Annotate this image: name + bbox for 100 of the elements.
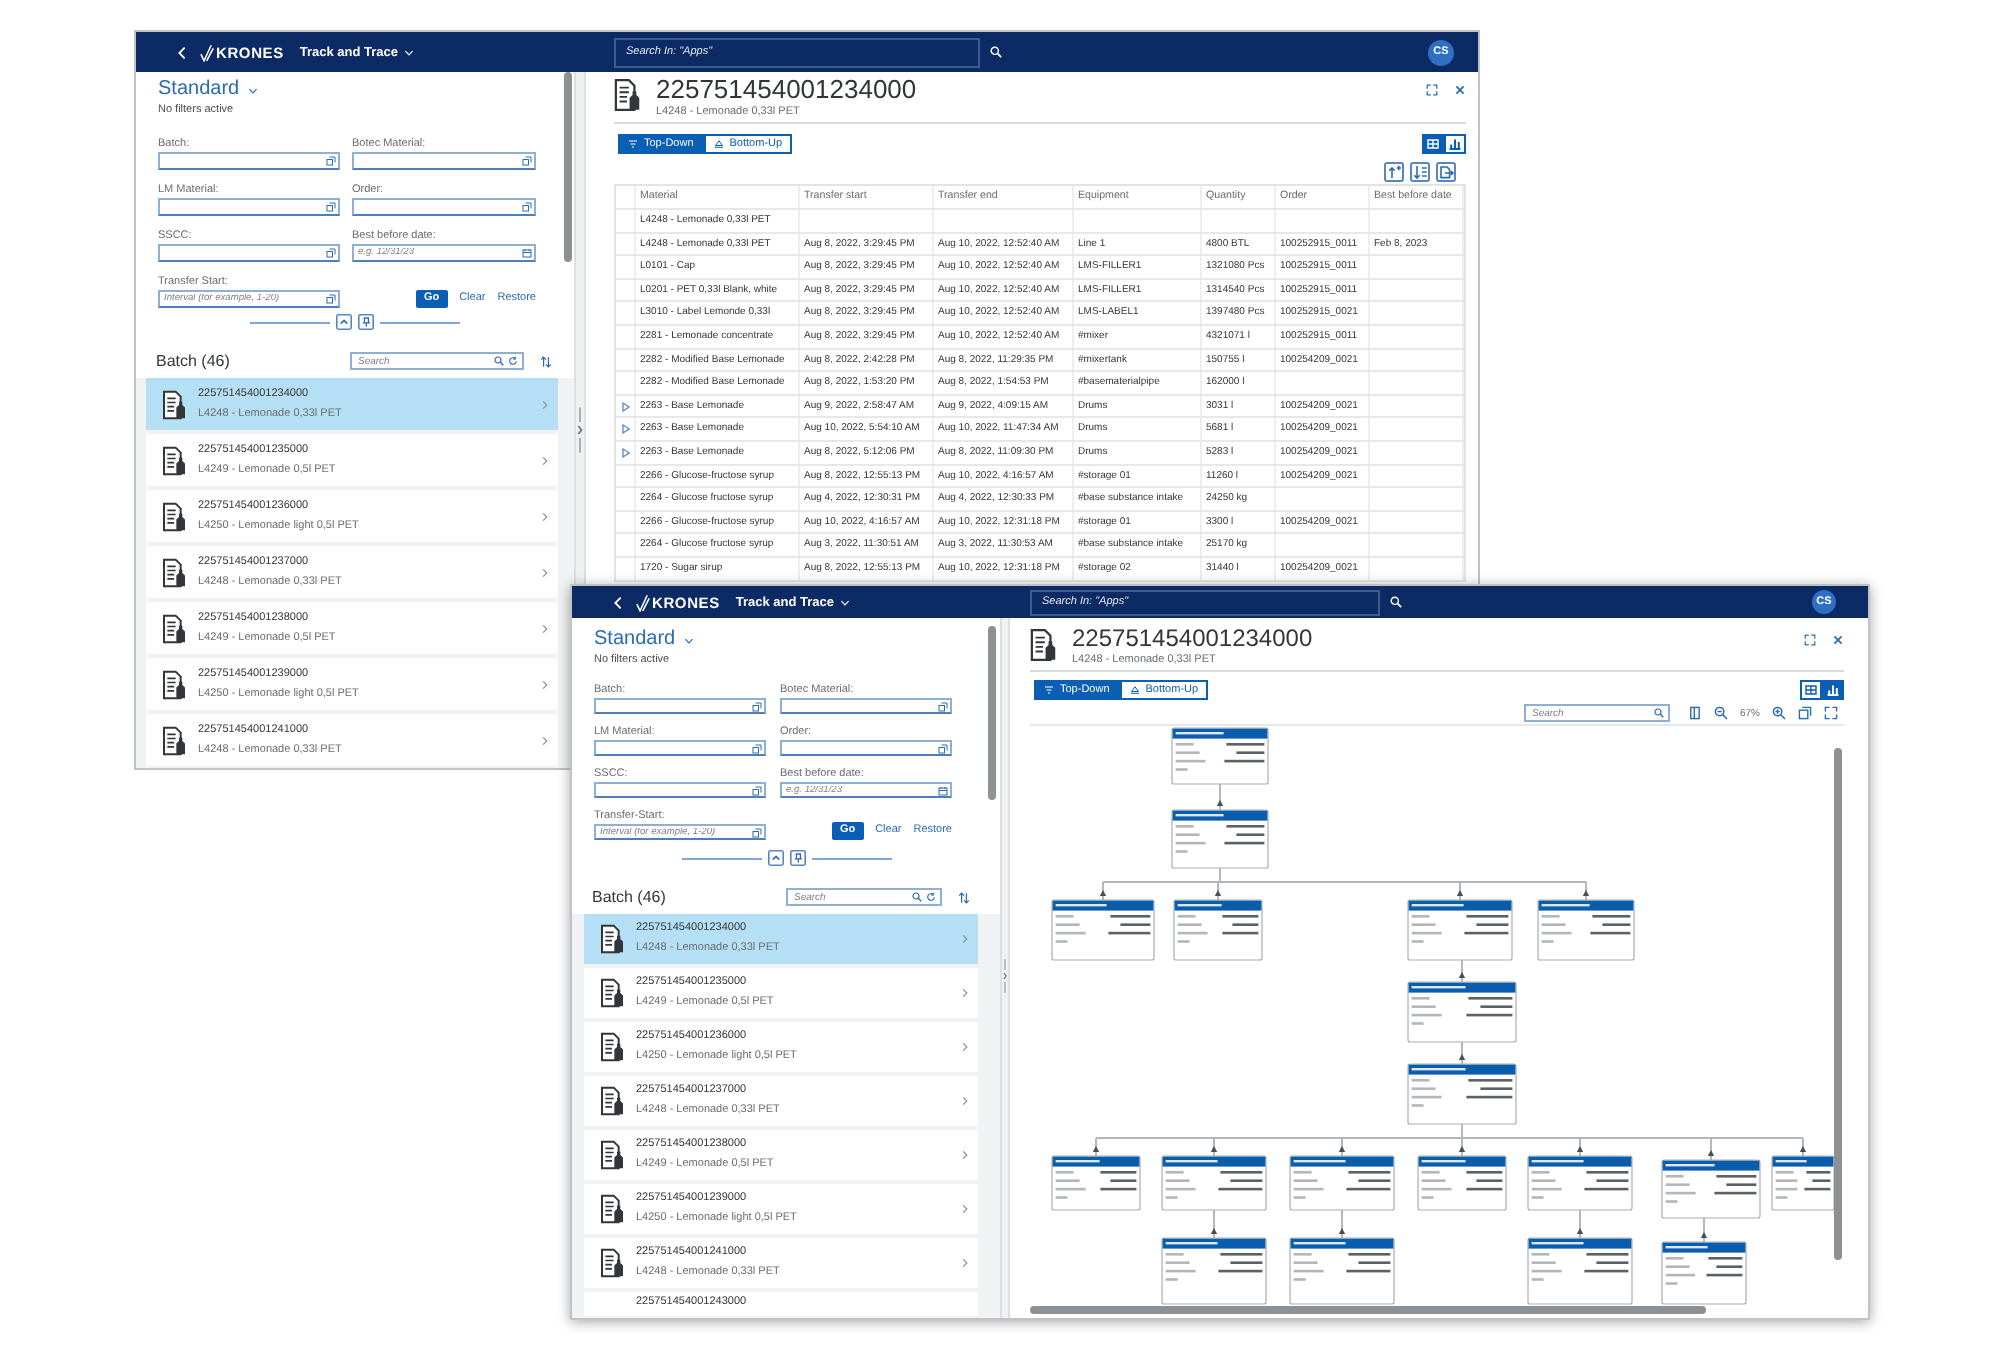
refresh-icon[interactable]	[508, 356, 518, 366]
calendar-icon[interactable]	[938, 785, 948, 795]
tree-node-drawing[interactable]	[1051, 899, 1155, 961]
caret-icon	[840, 599, 851, 605]
chevron-right-icon	[542, 735, 548, 745]
chevron-right-icon	[542, 399, 548, 409]
sort-icon[interactable]	[958, 891, 970, 903]
tree-node-drawing[interactable]	[1407, 981, 1517, 1043]
variant-selector[interactable]: Standard	[158, 78, 258, 102]
list-title: Batch (46)	[156, 352, 230, 370]
fullscreen-icon[interactable]	[1824, 706, 1838, 720]
splitter-handle[interactable]	[576, 402, 584, 458]
tree-node-drawing[interactable]	[1407, 1063, 1517, 1125]
connector-arrow	[1210, 1209, 1218, 1239]
table-view-icon[interactable]	[1800, 680, 1822, 700]
input-field[interactable]	[780, 698, 952, 714]
tree-node-drawing[interactable]	[1171, 809, 1269, 869]
document-bottle-icon	[600, 1032, 624, 1062]
input-field[interactable]	[594, 698, 766, 714]
document-bottle-icon	[162, 389, 186, 419]
tree-node-drawing[interactable]	[1173, 899, 1263, 961]
chevron-right-icon	[962, 988, 968, 998]
sort-down-icon[interactable]	[1410, 162, 1430, 182]
value-help-icon[interactable]	[752, 743, 762, 753]
back-icon[interactable]	[614, 595, 622, 609]
expand-icon[interactable]	[1804, 634, 1816, 646]
tree-node-drawing[interactable]	[1161, 1237, 1267, 1305]
value-help-icon[interactable]	[938, 701, 948, 711]
calendar-icon[interactable]	[522, 248, 532, 258]
list-title: Batch (46)	[592, 888, 666, 906]
pin-icon[interactable]	[358, 314, 374, 330]
table-view-icon[interactable]	[1422, 134, 1444, 154]
pin-icon[interactable]	[789, 850, 805, 866]
tree-node-drawing[interactable]	[1537, 899, 1635, 961]
panel-icon[interactable]	[1687, 706, 1702, 720]
tree-node-drawing[interactable]	[1161, 1155, 1267, 1211]
collapse-icon[interactable]	[336, 314, 352, 330]
variant-selector[interactable]: Standard	[594, 628, 694, 652]
collapse-icon[interactable]	[767, 850, 783, 866]
expand-row-icon[interactable]	[621, 447, 629, 458]
connector-arrow	[1458, 959, 1466, 983]
back-icon[interactable]	[178, 45, 186, 59]
sort-icon[interactable]	[540, 355, 552, 367]
input-field[interactable]	[158, 244, 340, 262]
chevron-right-icon	[542, 567, 548, 577]
tree-node-drawing[interactable]	[1289, 1237, 1395, 1305]
document-bottle-icon	[1030, 628, 1056, 662]
descending-lines-icon	[628, 140, 638, 148]
input-field[interactable]	[352, 198, 536, 216]
value-help-icon[interactable]	[522, 202, 532, 212]
expand-icon[interactable]	[1426, 84, 1438, 96]
connector-arrow	[1707, 1137, 1715, 1161]
triangle-up-icon	[713, 140, 724, 148]
close-icon[interactable]	[1454, 84, 1466, 96]
chart-view-icon[interactable]	[1822, 680, 1844, 700]
input-field[interactable]	[594, 782, 766, 798]
input-field[interactable]	[158, 198, 340, 216]
value-help-icon[interactable]	[326, 202, 336, 212]
tree-node-drawing[interactable]	[1771, 1155, 1835, 1211]
detail-title: 225751454001234000	[656, 76, 917, 104]
tree-node-drawing[interactable]	[1171, 727, 1269, 785]
tree-node-drawing[interactable]	[1417, 1155, 1507, 1211]
tree-node-drawing[interactable]	[1289, 1155, 1395, 1211]
chevron-right-icon	[962, 934, 968, 944]
zoom-in-icon[interactable]	[1772, 706, 1786, 720]
close-icon[interactable]	[1832, 634, 1844, 646]
input-field[interactable]	[594, 740, 766, 756]
move-up-icon[interactable]	[1384, 162, 1404, 182]
scrollbar[interactable]	[1030, 1306, 1706, 1314]
value-help-icon[interactable]	[752, 827, 762, 837]
value-help-icon[interactable]	[752, 701, 762, 711]
overview-icon[interactable]	[1798, 706, 1812, 720]
value-help-icon[interactable]	[752, 785, 762, 795]
refresh-icon[interactable]	[926, 892, 936, 902]
triangle-up-icon	[1129, 686, 1140, 694]
export-icon[interactable]	[1436, 162, 1456, 182]
value-help-icon[interactable]	[938, 743, 948, 753]
document-bottle-icon	[162, 669, 186, 699]
value-help-icon[interactable]	[326, 294, 336, 304]
value-help-icon[interactable]	[522, 156, 532, 166]
chevron-right-icon	[962, 1042, 968, 1052]
input-field[interactable]	[158, 152, 340, 170]
tree-node-drawing[interactable]	[1051, 1155, 1141, 1211]
chart-view-icon[interactable]	[1444, 134, 1466, 154]
zoom-out-icon[interactable]	[1713, 706, 1728, 720]
document-bottle-icon	[162, 725, 186, 755]
tree-node-drawing[interactable]	[1527, 1155, 1633, 1211]
expand-row-icon[interactable]	[621, 401, 629, 412]
scrollbar[interactable]	[988, 626, 996, 800]
input-field[interactable]	[780, 740, 952, 756]
tree-node-drawing[interactable]	[1407, 899, 1513, 961]
tree-node-drawing[interactable]	[1661, 1241, 1747, 1305]
scrollbar[interactable]	[1834, 748, 1842, 1260]
value-help-icon[interactable]	[326, 248, 336, 258]
tree-node-drawing[interactable]	[1661, 1159, 1761, 1219]
scrollbar[interactable]	[564, 72, 572, 262]
input-field[interactable]	[352, 152, 536, 170]
value-help-icon[interactable]	[326, 156, 336, 166]
expand-row-icon[interactable]	[621, 424, 629, 435]
tree-node-drawing[interactable]	[1527, 1237, 1633, 1305]
